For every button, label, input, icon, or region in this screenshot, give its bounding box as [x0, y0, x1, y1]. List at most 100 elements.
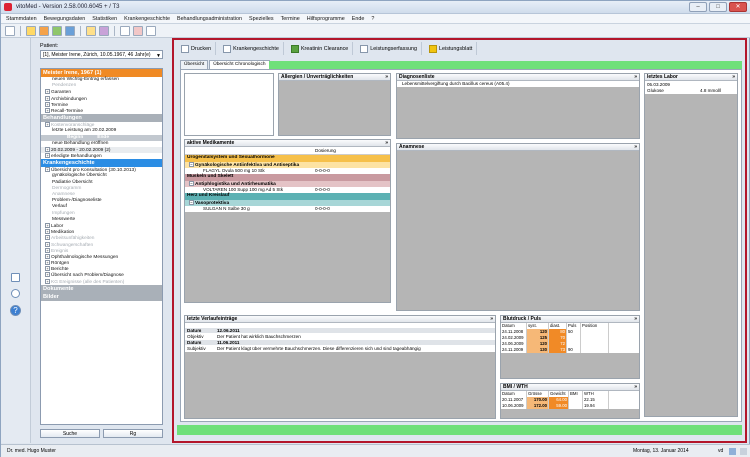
rg-button[interactable]: Rg — [103, 429, 163, 438]
expand-icon[interactable]: » — [634, 316, 637, 323]
expand-toggle-icon[interactable]: + — [45, 107, 50, 113]
close-button[interactable]: ✕ — [729, 2, 747, 12]
toolbar-separator — [80, 26, 81, 36]
photo-pane — [184, 73, 274, 136]
expand-toggle-icon[interactable]: + — [45, 167, 50, 173]
expand-toggle-icon[interactable]: + — [45, 146, 50, 152]
leistungserfassung-action[interactable]: Leistungserfassung — [356, 42, 423, 55]
tree-item-label: Arbeitsunfähigkeiten — [51, 236, 95, 242]
krankengeschichte-action[interactable]: Krankengeschichte — [219, 42, 284, 55]
menu-stammdaten[interactable]: Stammdaten — [6, 14, 37, 23]
progress-note-value: Der Patient hat wirklich Bauchschmerzen — [217, 334, 301, 339]
progress-note-value: 11.06.2011 — [217, 340, 240, 345]
tree-item-label: Archivbindungen — [51, 96, 87, 102]
pill-icon[interactable] — [99, 26, 109, 36]
expand-toggle-icon[interactable]: + — [45, 222, 50, 228]
folder-icon[interactable] — [26, 26, 36, 36]
tree-item-label: Ereignis — [51, 248, 69, 254]
collapse-toggle-icon[interactable]: − — [189, 180, 194, 186]
expand-toggle-icon[interactable]: + — [45, 241, 50, 247]
patient-select[interactable]: [1], Meister Irene, Zürich, 10.05.1967, … — [40, 50, 163, 59]
blood-pressure-cell: 24.11.2009 — [501, 347, 527, 353]
medication-subgroup-label: Vasoprotektiva — [195, 200, 230, 206]
document-icon — [223, 44, 232, 53]
expand-icon[interactable]: » — [490, 316, 493, 323]
menu-ende[interactable]: Ende — [352, 14, 365, 23]
expand-icon[interactable]: » — [634, 144, 637, 151]
menu-help[interactable]: ? — [371, 14, 374, 23]
menu-termine[interactable]: Termine — [281, 14, 300, 23]
diagnosis-item[interactable]: Lebensmittelvergiftung durch Bacillus ce… — [397, 81, 639, 87]
section-dokumente[interactable]: Dokumente — [41, 284, 162, 293]
add-icon[interactable] — [52, 26, 62, 36]
medication-list: Urogenitalsystem und Sexualhormone − Gynäk… — [185, 155, 390, 212]
patient-icon[interactable] — [39, 26, 49, 36]
patient-label: Patient: — [40, 43, 59, 49]
section-bilder[interactable]: Bilder — [41, 292, 162, 301]
tab-uebersicht-chronologisch[interactable]: Übersicht Chronologisch — [209, 60, 270, 69]
user-icon[interactable] — [65, 26, 75, 36]
status-date: Montag, 13. Januar 2014 — [633, 448, 689, 454]
expand-icon[interactable]: » — [634, 384, 637, 391]
blood-pressure-cell — [581, 347, 609, 353]
expand-toggle-icon[interactable]: + — [45, 247, 50, 253]
menu-behandlungsadministration[interactable]: Behandlungsadministration — [177, 14, 242, 23]
menu-spezielles[interactable]: Spezielles — [249, 14, 274, 23]
list-icon[interactable] — [11, 273, 20, 282]
expand-icon[interactable]: » — [732, 74, 735, 81]
report-icon[interactable] — [146, 26, 156, 36]
bmi-row[interactable]: 10.06.2009 172.00 59.00 19.94 — [501, 403, 639, 409]
print-action[interactable]: Drucken — [177, 42, 217, 55]
expand-toggle-icon[interactable]: + — [45, 95, 50, 101]
anamnesis-title: Anamnese — [399, 144, 425, 150]
medication-row[interactable]: SULGAN N Salbe 30 g 0-0-0-0 — [185, 206, 390, 212]
bmi-header: BMI / WTH » — [501, 384, 639, 391]
maximize-button[interactable]: □ — [709, 2, 727, 12]
expand-toggle-icon[interactable]: + — [45, 122, 50, 128]
document-icon[interactable] — [120, 26, 130, 36]
printer-icon — [181, 44, 189, 53]
section-behandlungen[interactable]: Behandlungen — [41, 114, 162, 123]
menu-krankengeschichte[interactable]: Krankengeschichte — [124, 14, 170, 23]
blood-pressure-row[interactable]: 24.11.2009 130 73 90 — [501, 347, 639, 353]
calendar-icon[interactable] — [133, 26, 143, 36]
expand-toggle-icon[interactable]: + — [45, 101, 50, 107]
collapse-toggle-icon[interactable]: − — [189, 161, 194, 167]
medication-subgroup-label: Gynäkologische Antiinfektiva und Antisep… — [195, 162, 300, 168]
leistungsblatt-action[interactable]: Leistungsblatt — [425, 42, 478, 55]
search-button[interactable]: Suche — [40, 429, 100, 438]
section-patient[interactable]: Meister Irene, 1967 (1) — [41, 69, 162, 77]
medication-dosage: 0-0-0-0 — [315, 187, 330, 192]
expand-toggle-icon[interactable]: + — [45, 266, 50, 272]
expand-toggle-icon[interactable]: + — [45, 260, 50, 266]
help-icon[interactable]: ? — [10, 305, 21, 316]
tab-uebersicht[interactable]: Übersicht — [180, 60, 209, 69]
expand-toggle-icon[interactable]: + — [45, 229, 50, 235]
menu-bewegungsdaten[interactable]: Bewegungsdaten — [44, 14, 86, 23]
progress-note-value: Der Patient klagt über vermehrte Bauchsc… — [217, 346, 421, 351]
menu-hilfsprogramme[interactable]: Hilfsprogramme — [307, 14, 345, 23]
expand-toggle-icon[interactable]: + — [45, 153, 50, 159]
bmi-cell: 19.94 — [583, 403, 609, 409]
progress-note-row[interactable]: Subjektiv Der Patient klagt über vermehrt… — [185, 346, 495, 352]
layout-icon[interactable] — [5, 26, 15, 36]
globe-icon[interactable] — [11, 289, 20, 298]
expand-toggle-icon[interactable]: + — [45, 89, 50, 95]
expand-toggle-icon[interactable]: + — [45, 253, 50, 259]
lab-title: letztes Labor — [647, 74, 678, 80]
progress-note-key: Subjektiv — [187, 346, 206, 351]
pencil-icon[interactable] — [86, 26, 96, 36]
expand-icon[interactable]: » — [385, 140, 388, 147]
bmi-cell: 172.00 — [527, 403, 549, 409]
expand-icon[interactable]: » — [385, 74, 388, 81]
menu-statistiken[interactable]: Statistiken — [92, 14, 117, 23]
kreatinin-action[interactable]: Kreatinin Clearance — [287, 42, 354, 55]
expand-icon[interactable]: » — [634, 74, 637, 81]
allergy-title: Allergien / Unverträglichkeiten — [281, 74, 354, 80]
minimize-button[interactable]: – — [689, 2, 707, 12]
expand-toggle-icon[interactable]: + — [45, 235, 50, 241]
expand-toggle-icon[interactable]: + — [45, 278, 50, 284]
section-krankengeschichte[interactable]: Krankengeschichte — [41, 159, 162, 168]
expand-toggle-icon[interactable]: + — [45, 272, 50, 278]
collapse-toggle-icon[interactable]: − — [189, 199, 194, 205]
